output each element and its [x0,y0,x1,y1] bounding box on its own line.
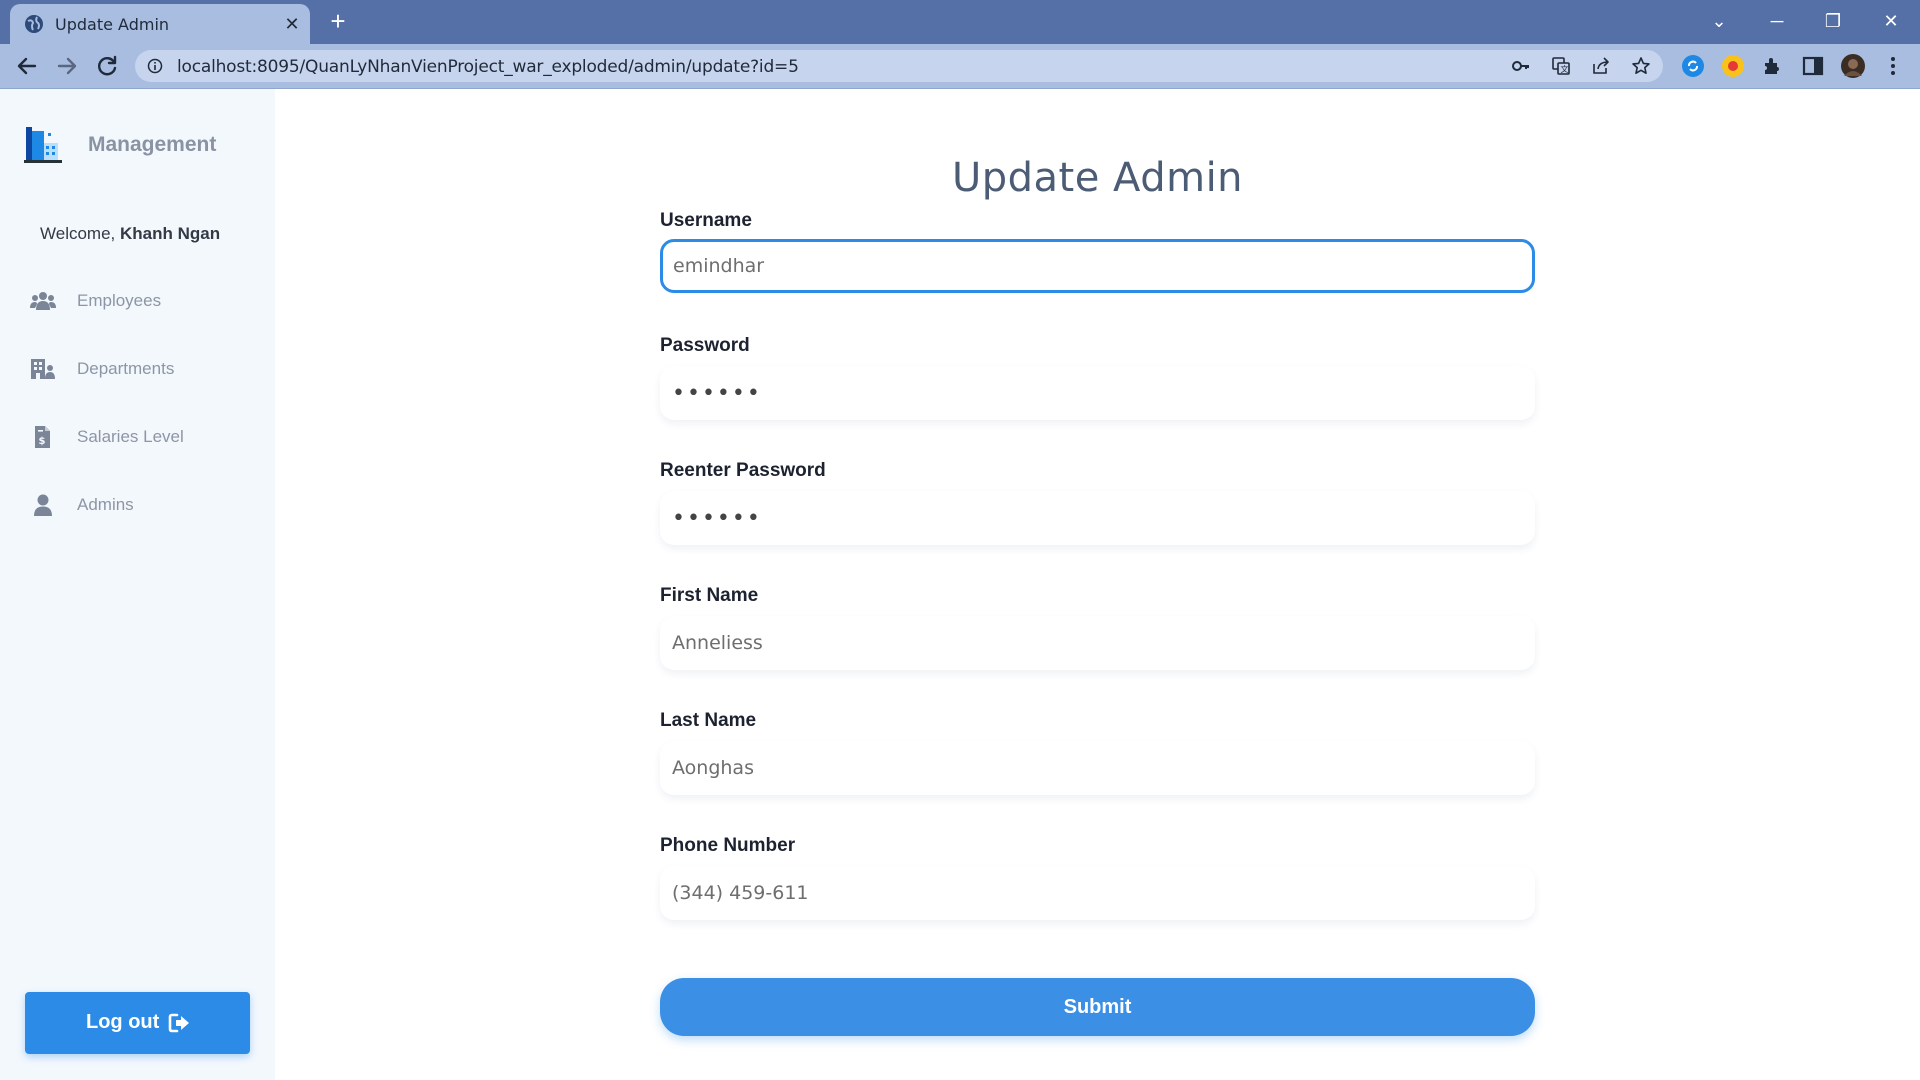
chevron-down-icon[interactable]: ⌄ [1694,4,1744,38]
sidebar-item-admins[interactable]: Admins [28,484,258,524]
sidebar-item-label: Salaries Level [77,427,184,446]
forward-icon[interactable] [51,50,83,82]
reload-icon[interactable] [91,50,123,82]
welcome-prefix: Welcome, [40,224,120,243]
key-icon[interactable] [1511,56,1531,76]
submit-button[interactable]: Submit [660,978,1535,1036]
minimize-icon[interactable]: ─ [1752,4,1802,38]
building-icon [31,359,55,379]
share-icon[interactable] [1591,56,1611,76]
sidebar: Management Welcome, Khanh Ngan Employees… [0,89,275,1080]
toolbar-divider [0,88,1920,89]
sidebar-item-departments[interactable]: Departments [28,348,258,388]
sign-out-icon [168,1013,189,1033]
window-close-icon[interactable]: ✕ [1866,4,1916,38]
password-label: Password [660,335,750,356]
extension-badge-icon[interactable] [1721,54,1745,78]
info-icon[interactable] [147,58,163,74]
first-name-field[interactable] [660,616,1535,670]
close-icon[interactable]: ✕ [280,12,304,36]
sidebar-item-label: Employees [77,291,162,310]
browser-tab[interactable]: Update Admin ✕ [10,4,310,44]
svg-text:文: 文 [1561,64,1569,74]
more-menu-icon[interactable] [1881,54,1905,78]
brand-name: Management [88,133,217,156]
users-icon [30,292,56,310]
username-field[interactable] [660,239,1535,293]
invoice-dollar-icon: $ [35,426,50,448]
sidebar-item-label: Departments [77,359,175,378]
tab-title: Update Admin [55,15,170,34]
first-name-label: First Name [660,585,759,606]
username-label: Username [660,210,752,231]
sidebar-item-label: Admins [77,495,134,514]
last-name-label: Last Name [660,710,757,731]
building-logo-icon [24,127,62,163]
logout-button[interactable]: Log out [25,992,250,1054]
svg-text:$: $ [39,436,46,447]
page-title: Update Admin [951,155,1244,201]
logout-label: Log out [86,1011,160,1033]
plus-icon[interactable]: + [322,6,354,38]
extension-icon[interactable] [1761,54,1785,78]
sidebar-item-employees[interactable]: Employees [28,280,258,320]
translate-icon[interactable]: 文 [1551,56,1571,76]
user-name: Khanh Ngan [120,224,221,243]
url-text: localhost:8095/QuanLyNhanVienProject_war… [177,57,799,77]
avatar[interactable] [1841,54,1865,78]
star-icon[interactable] [1631,56,1651,76]
address-bar[interactable]: localhost:8095/QuanLyNhanVienProject_war… [135,50,1663,82]
globe-icon [25,15,43,33]
welcome-text: Welcome, Khanh Ngan [40,224,220,244]
back-icon[interactable] [11,50,43,82]
last-name-field[interactable] [660,741,1535,795]
phone-number-field[interactable] [660,866,1535,920]
browser-toolbar: localhost:8095/QuanLyNhanVienProject_war… [0,44,1920,88]
browser-tabstrip: Update Admin ✕ + ⌄ ─ ❐ ✕ [0,0,1920,44]
reenter-password-label: Reenter Password [660,460,826,481]
user-icon [34,494,52,516]
side-panel-icon[interactable] [1801,54,1825,78]
password-field[interactable] [660,366,1535,420]
sidebar-item-salaries-level[interactable]: $ Salaries Level [28,416,258,456]
extension-sync-icon[interactable] [1681,54,1705,78]
restore-icon[interactable]: ❐ [1808,4,1858,38]
reenter-password-field[interactable] [660,491,1535,545]
phone-number-label: Phone Number [660,835,796,856]
